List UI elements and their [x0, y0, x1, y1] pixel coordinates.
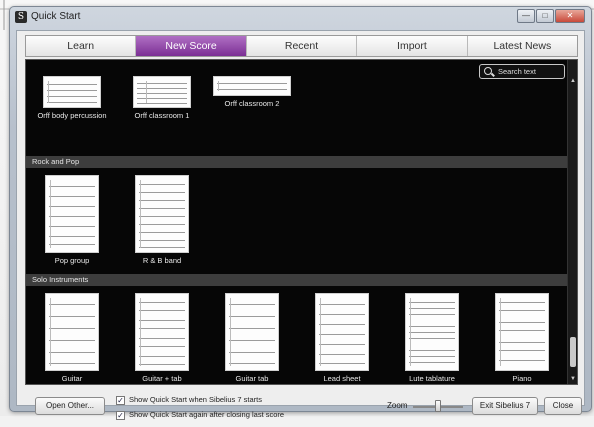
- window-title: Quick Start: [31, 11, 81, 22]
- title-bar[interactable]: S Quick Start — □ ✕: [10, 7, 591, 28]
- template-label: Lute tablature: [409, 374, 455, 383]
- template-orff-classroom-1[interactable]: Orff classroom 1: [122, 76, 202, 120]
- template-thumbnail: [405, 293, 459, 371]
- template-label: Guitar tab: [235, 374, 269, 383]
- template-orff-classroom-2[interactable]: Orff classroom 2: [212, 76, 292, 108]
- template-thumbnail: [45, 293, 99, 371]
- open-other-button[interactable]: Open Other...: [35, 397, 105, 415]
- minimize-button[interactable]: —: [517, 9, 535, 23]
- template-thumbnail: [45, 175, 99, 253]
- gallery-scrollbar[interactable]: ▲ ▼: [567, 60, 577, 384]
- template-pop-group[interactable]: Pop group: [32, 175, 112, 265]
- template-guitar-plus-tab[interactable]: Guitar + tab: [122, 293, 202, 383]
- search-placeholder: Search text: [498, 67, 536, 76]
- dialog-client-area: Learn New Score Recent Import Latest New…: [16, 30, 585, 420]
- template-orff-body-percussion[interactable]: Orff body percussion: [32, 76, 112, 120]
- template-thumbnail: [495, 293, 549, 371]
- tab-recent[interactable]: Recent: [247, 36, 358, 56]
- checkbox-label: Show Quick Start when Sibelius 7 starts: [129, 395, 262, 404]
- scroll-up-arrow-icon[interactable]: ▲: [568, 76, 577, 86]
- score-gallery: Search text Orff body percussion Orff cl…: [25, 59, 578, 385]
- exit-sibelius-button[interactable]: Exit Sibelius 7: [472, 397, 538, 415]
- checkmark-icon: ✓: [116, 410, 125, 420]
- template-thumbnail: [43, 76, 101, 108]
- show-after-close-checkbox[interactable]: ✓ Show Quick Start again after closing la…: [116, 410, 284, 420]
- tab-bar: Learn New Score Recent Import Latest New…: [25, 35, 578, 57]
- template-label: Guitar + tab: [142, 374, 182, 383]
- template-thumbnail: [315, 293, 369, 371]
- tab-latest-news[interactable]: Latest News: [468, 36, 577, 56]
- template-label: R & B band: [142, 256, 182, 265]
- dialog-footer: Open Other... ✓ Show Quick Start when Sib…: [17, 387, 586, 427]
- search-icon: [484, 67, 492, 75]
- scrollbar-thumb[interactable]: [570, 337, 576, 367]
- template-piano[interactable]: Piano: [482, 293, 562, 383]
- tab-learn[interactable]: Learn: [26, 36, 137, 56]
- section-header-solo-instruments: Solo Instruments: [26, 274, 567, 286]
- quick-start-window: S Quick Start — □ ✕ Learn New Score Rece…: [9, 6, 592, 420]
- zoom-label: Zoom: [387, 401, 408, 410]
- template-thumbnail: [213, 76, 291, 96]
- window-controls: — □ ✕: [516, 9, 585, 23]
- template-thumbnail: [133, 76, 191, 108]
- template-thumbnail: [225, 293, 279, 371]
- maximize-button[interactable]: □: [536, 9, 554, 23]
- template-label: Guitar: [61, 374, 83, 383]
- tab-import[interactable]: Import: [357, 36, 468, 56]
- checkbox-label: Show Quick Start again after closing las…: [129, 410, 285, 419]
- template-r-and-b-band[interactable]: R & B band: [122, 175, 202, 265]
- template-guitar-tab[interactable]: Guitar tab: [212, 293, 292, 383]
- zoom-slider-handle[interactable]: [435, 400, 441, 412]
- template-label: Pop group: [54, 256, 90, 265]
- template-thumbnail: [135, 293, 189, 371]
- show-on-start-checkbox[interactable]: ✓ Show Quick Start when Sibelius 7 starts: [116, 395, 262, 405]
- section-header-rock-pop: Rock and Pop: [26, 156, 567, 168]
- tab-new-score[interactable]: New Score: [136, 36, 247, 56]
- template-thumbnail: [135, 175, 189, 253]
- template-label: Orff classroom 1: [134, 111, 190, 120]
- close-button[interactable]: Close: [544, 397, 582, 415]
- template-label: Lead sheet: [323, 374, 361, 383]
- close-window-button[interactable]: ✕: [555, 9, 585, 23]
- template-lead-sheet[interactable]: Lead sheet: [302, 293, 382, 383]
- sibelius-app-icon: S: [15, 11, 27, 23]
- search-input[interactable]: Search text: [479, 64, 565, 79]
- scroll-down-arrow-icon[interactable]: ▼: [568, 374, 577, 384]
- template-lute-tablature[interactable]: Lute tablature: [392, 293, 472, 383]
- template-guitar[interactable]: Guitar: [32, 293, 112, 383]
- template-label: Orff body percussion: [37, 111, 107, 120]
- template-label: Orff classroom 2: [224, 99, 280, 108]
- template-label: Piano: [512, 374, 532, 383]
- checkmark-icon: ✓: [116, 395, 125, 405]
